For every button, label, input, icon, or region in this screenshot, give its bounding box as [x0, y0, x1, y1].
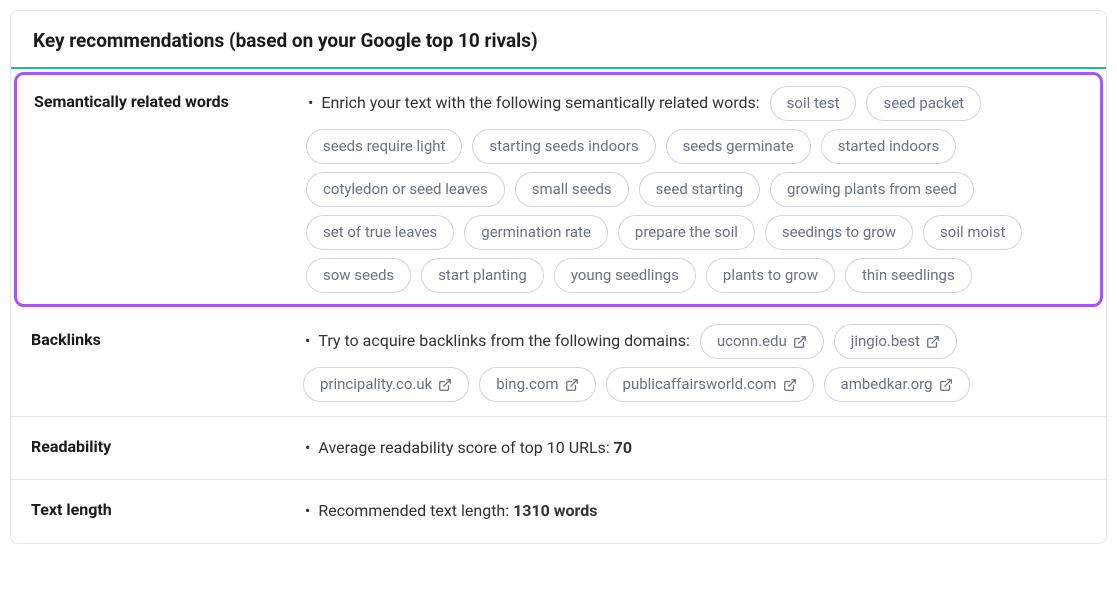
- section-semantic-words: Semantically related words Enrich your t…: [14, 72, 1103, 307]
- semantic-pill[interactable]: prepare the soil: [618, 215, 755, 250]
- backlink-pill[interactable]: publicaffairsworld.com: [606, 367, 814, 402]
- backlinks-lead-text: Try to acquire backlinks from the follow…: [303, 324, 690, 358]
- semantic-pill[interactable]: seed packet: [866, 86, 981, 121]
- card-title: Key recommendations (based on your Googl…: [33, 29, 1084, 52]
- section-label-readability: Readability: [25, 431, 303, 456]
- semantic-pill[interactable]: soil test: [770, 86, 857, 121]
- semantic-pill[interactable]: seed starting: [639, 172, 760, 207]
- external-link-icon: [565, 378, 579, 392]
- semantic-pill[interactable]: set of true leaves: [306, 215, 454, 250]
- backlink-pill-label: principality.co.uk: [320, 374, 432, 395]
- semantic-pill[interactable]: seeds require light: [306, 129, 462, 164]
- section-content-readability: Average readability score of top 10 URLs…: [303, 431, 1092, 465]
- card-header: Key recommendations (based on your Googl…: [11, 11, 1106, 69]
- semantic-pill[interactable]: seedings to grow: [765, 215, 913, 250]
- section-readability: Readability Average readability score of…: [11, 417, 1106, 480]
- external-link-icon: [926, 335, 940, 349]
- semantic-pill[interactable]: start planting: [421, 258, 544, 293]
- backlink-pill[interactable]: uconn.edu: [700, 324, 824, 359]
- textlength-lead: Recommended text length: 1310 words: [303, 494, 598, 528]
- backlink-pill-label: jingio.best: [851, 331, 920, 352]
- semantic-pill[interactable]: starting seeds indoors: [472, 129, 655, 164]
- section-content-backlinks: Try to acquire backlinks from the follow…: [303, 324, 1092, 402]
- external-link-icon: [438, 378, 452, 392]
- external-link-icon: [939, 378, 953, 392]
- semantic-pill[interactable]: sow seeds: [306, 258, 411, 293]
- section-label-backlinks: Backlinks: [25, 324, 303, 349]
- semantic-pill[interactable]: young seedlings: [554, 258, 696, 293]
- readability-value: 70: [614, 438, 632, 457]
- semantic-pill[interactable]: cotyledon or seed leaves: [306, 172, 505, 207]
- backlink-pill-row: Try to acquire backlinks from the follow…: [303, 324, 1092, 402]
- section-content-semantic: Enrich your text with the following sema…: [306, 86, 1089, 293]
- semantic-pill[interactable]: germination rate: [464, 215, 608, 250]
- semantic-lead-text: Enrich your text with the following sema…: [306, 86, 760, 120]
- semantic-pill[interactable]: growing plants from seed: [770, 172, 974, 207]
- textlength-line: Recommended text length: 1310 words: [303, 494, 1092, 528]
- section-label-textlength: Text length: [25, 494, 303, 519]
- backlink-pill-label: ambedkar.org: [841, 374, 933, 395]
- backlink-pill[interactable]: ambedkar.org: [824, 367, 970, 402]
- readability-line: Average readability score of top 10 URLs…: [303, 431, 1092, 465]
- external-link-icon: [783, 378, 797, 392]
- semantic-pill[interactable]: seeds germinate: [666, 129, 811, 164]
- semantic-pill[interactable]: thin seedlings: [845, 258, 972, 293]
- backlink-pill-label: uconn.edu: [717, 331, 787, 352]
- backlink-pill[interactable]: jingio.best: [834, 324, 957, 359]
- backlink-pill-label: bing.com: [496, 374, 558, 395]
- readability-lead: Average readability score of top 10 URLs…: [303, 431, 632, 465]
- textlength-value: 1310 words: [513, 501, 597, 520]
- recommendations-card: Key recommendations (based on your Googl…: [10, 10, 1107, 544]
- semantic-pill[interactable]: started indoors: [821, 129, 957, 164]
- backlink-pill[interactable]: principality.co.uk: [303, 367, 469, 402]
- semantic-pill[interactable]: small seeds: [515, 172, 629, 207]
- section-backlinks: Backlinks Try to acquire backlinks from …: [11, 310, 1106, 417]
- section-label-semantic: Semantically related words: [28, 86, 306, 111]
- semantic-pill[interactable]: soil moist: [923, 215, 1022, 250]
- backlink-pill-label: publicaffairsworld.com: [623, 374, 777, 395]
- section-content-textlength: Recommended text length: 1310 words: [303, 494, 1092, 528]
- external-link-icon: [793, 335, 807, 349]
- section-text-length: Text length Recommended text length: 131…: [11, 480, 1106, 542]
- semantic-pill[interactable]: plants to grow: [706, 258, 835, 293]
- semantic-pill-row: Enrich your text with the following sema…: [306, 86, 1089, 293]
- backlink-pill[interactable]: bing.com: [479, 367, 595, 402]
